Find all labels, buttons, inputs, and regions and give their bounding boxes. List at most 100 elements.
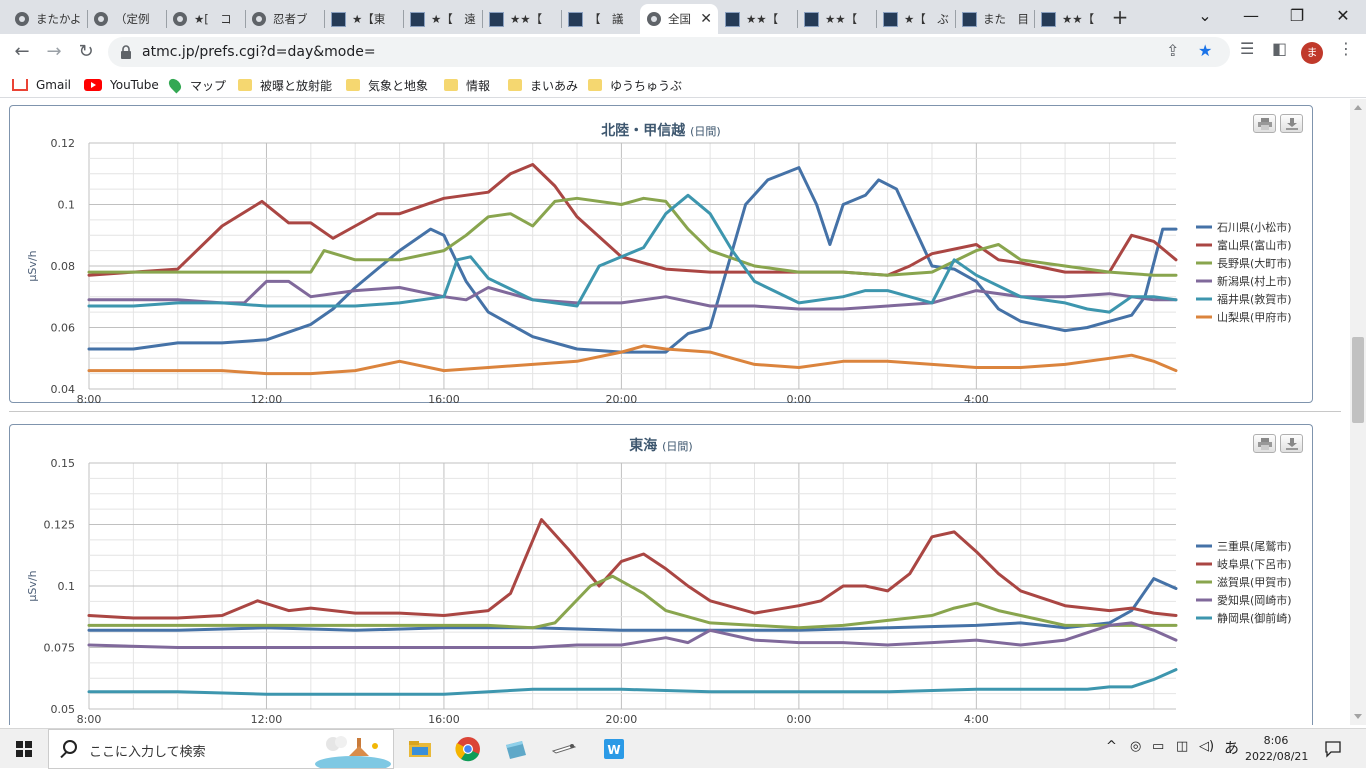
back-icon[interactable]: ← <box>8 38 36 66</box>
battery-icon[interactable]: ▭ <box>1152 739 1164 754</box>
scroll-thumb[interactable] <box>1352 337 1364 423</box>
address-bar[interactable]: atmc.jp/prefs.cgi?d=day&mode= ⇪ ★ <box>108 37 1230 67</box>
browser-tab[interactable]: また 目 <box>955 4 1034 34</box>
browser-tab[interactable]: またかよ <box>8 4 87 34</box>
search-placeholder: ここに入力して検索 <box>89 745 206 760</box>
window-close-icon[interactable]: ✕ <box>1320 2 1366 30</box>
volume-icon[interactable]: ◁) <box>1199 739 1214 754</box>
page-scrollbar[interactable] <box>1350 99 1366 725</box>
app-icon[interactable] <box>502 735 530 763</box>
app-icon[interactable]: W <box>600 735 628 763</box>
site-icon <box>803 11 819 27</box>
new-tab-button[interactable]: + <box>1108 6 1132 30</box>
minimize-icon[interactable]: — <box>1228 2 1274 30</box>
globe-icon <box>646 11 662 27</box>
site-icon <box>1040 11 1056 27</box>
legend-item[interactable]: 山梨県(甲府市) <box>1217 310 1292 324</box>
system-clock[interactable]: 8:06 2022/08/21 <box>1245 733 1309 765</box>
y-tick-label: 0.075 <box>44 642 76 655</box>
scroll-down-icon[interactable] <box>1354 714 1362 719</box>
bookmark-item[interactable]: まいあみ <box>508 76 578 94</box>
url-text[interactable]: atmc.jp/prefs.cgi?d=day&mode= <box>142 44 376 60</box>
browser-tab[interactable]: ★★【 <box>1034 4 1113 34</box>
legend-item[interactable]: 新潟県(村上市) <box>1217 274 1292 288</box>
tab-search-icon[interactable]: ⌄ <box>1182 2 1228 30</box>
chevron-up-icon[interactable]: ^ <box>1106 739 1117 754</box>
bookmark-label: ゆうちゅうぶ <box>610 78 683 93</box>
series-line-1[interactable] <box>87 518 1178 620</box>
series-line-4[interactable] <box>87 668 1178 696</box>
browser-tab[interactable]: ★★【 <box>482 4 561 34</box>
legend-item[interactable]: 福井県(敦賀市) <box>1217 292 1292 306</box>
series-line-2[interactable] <box>87 196 1178 277</box>
restore-icon[interactable]: ❐ <box>1274 2 1320 30</box>
legend-item[interactable]: 三重県(尾鷲市) <box>1217 539 1292 553</box>
forward-icon[interactable]: → <box>40 38 68 66</box>
browser-tab[interactable]: 全国 ✕ <box>640 4 718 34</box>
legend-item[interactable]: 滋賀県(甲賀市) <box>1217 575 1292 589</box>
browser-tab[interactable]: ★【東 <box>324 4 403 34</box>
y-tick-label: 0.05 <box>51 703 76 716</box>
tab-title: ★【東 <box>352 12 386 26</box>
globe-icon <box>251 11 267 27</box>
legend-item[interactable]: 静岡県(御前崎) <box>1217 611 1292 625</box>
side-panel-icon[interactable]: ◧ <box>1272 39 1287 58</box>
x-tick-label: 16:00 <box>428 713 460 725</box>
network-tray-icon[interactable]: ◎ <box>1130 739 1141 754</box>
browser-tab[interactable]: 忍者ブ <box>245 4 324 34</box>
ime-indicator[interactable]: あ <box>1224 737 1239 758</box>
browser-tab[interactable]: ★★【 <box>718 4 797 34</box>
notification-icon[interactable] <box>1324 740 1342 758</box>
legend-item[interactable]: 富山県(富山市) <box>1217 238 1292 252</box>
browser-tab[interactable]: ★★【 <box>797 4 876 34</box>
chart-tokai-svg: 0.15 0.125 0.1 0.075 0.058:00 12:00 16:00 20:00… <box>26 457 1292 725</box>
taskbar-search[interactable]: ここに入力して検索 <box>48 729 394 769</box>
legend-item[interactable]: 愛知県(岡崎市) <box>1217 593 1292 607</box>
menu-dots-icon[interactable]: ⋮ <box>1338 39 1354 58</box>
tab-title: 【 議 <box>589 12 624 26</box>
wifi-icon[interactable]: ◫ <box>1176 739 1188 754</box>
reading-list-icon[interactable]: ☰ <box>1240 39 1254 58</box>
browser-tab[interactable]: ★【 ぶ <box>876 4 955 34</box>
legend-item[interactable]: 長野県(大町市) <box>1217 256 1292 270</box>
browser-tab-strip: またかよ （定例 ★[ コ 忍者ブ ★【東 ★【 遠 ★★【 【 議 全国 ✕ ★★【 ★★【 ★【 ぶ… <box>0 0 1366 34</box>
series-line-5[interactable] <box>87 344 1178 376</box>
close-tab-icon[interactable]: ✕ <box>696 11 712 27</box>
bookmark-item[interactable]: Gmail <box>12 76 71 94</box>
browser-tab[interactable]: ★[ コ <box>166 4 245 34</box>
browser-toolbar: ← → ↻ atmc.jp/prefs.cgi?d=day&mode= ⇪ ★ … <box>0 34 1366 70</box>
bookmark-label: YouTube <box>110 78 159 92</box>
bookmark-item[interactable]: 情報 <box>444 76 490 94</box>
x-tick-label: 0:00 <box>787 393 812 404</box>
task-view-icon[interactable] <box>406 735 434 763</box>
tab-title: ★★【 <box>510 12 543 26</box>
bookmark-item[interactable]: YouTube <box>84 76 159 94</box>
reload-icon[interactable]: ↻ <box>72 38 100 66</box>
gmail-icon <box>12 79 28 91</box>
bookmark-item[interactable]: マップ <box>166 76 226 94</box>
y-tick-label: 0.15 <box>51 457 76 470</box>
clock-date: 2022/08/21 <box>1245 750 1309 763</box>
share-icon[interactable]: ⇪ <box>1166 41 1179 60</box>
tab-title: また 目 <box>983 12 1028 26</box>
scroll-up-icon[interactable] <box>1354 105 1362 110</box>
tab-title: ★【 遠 <box>431 12 476 26</box>
bookmark-star-icon[interactable]: ★ <box>1198 41 1212 60</box>
start-button[interactable] <box>0 729 48 769</box>
browser-tab[interactable]: 【 議 <box>561 4 640 34</box>
chart-panel-hokuriku: 北陸・甲信越 (日間) 0.12 0.1 0.08 0.06 0.04 8:00 12:00… <box>9 105 1313 404</box>
browser-tab[interactable]: ★【 遠 <box>403 4 482 34</box>
bookmark-item[interactable]: 被曝と放射能 <box>238 76 332 94</box>
bookmark-item[interactable]: ゆうちゅうぶ <box>588 76 682 94</box>
y-tick-label: 0.06 <box>51 322 76 335</box>
y-axis-title: µSv/h <box>26 250 39 281</box>
chrome-icon[interactable] <box>454 735 482 763</box>
bookmarks-bar: Gmail YouTube マップ 被曝と放射能 気象と地象 情報 まいあみ ゆうちゅうぶ <box>0 70 1366 98</box>
legend-item[interactable]: 岐阜県(下呂市) <box>1217 557 1292 571</box>
browser-tab[interactable]: （定例 <box>87 4 166 34</box>
bookmark-item[interactable]: 気象と地象 <box>346 76 428 94</box>
folder-icon <box>588 79 602 91</box>
legend-item[interactable]: 石川県(小松市) <box>1217 220 1292 234</box>
app-icon[interactable] <box>550 735 578 763</box>
profile-avatar[interactable]: ま <box>1301 42 1323 64</box>
